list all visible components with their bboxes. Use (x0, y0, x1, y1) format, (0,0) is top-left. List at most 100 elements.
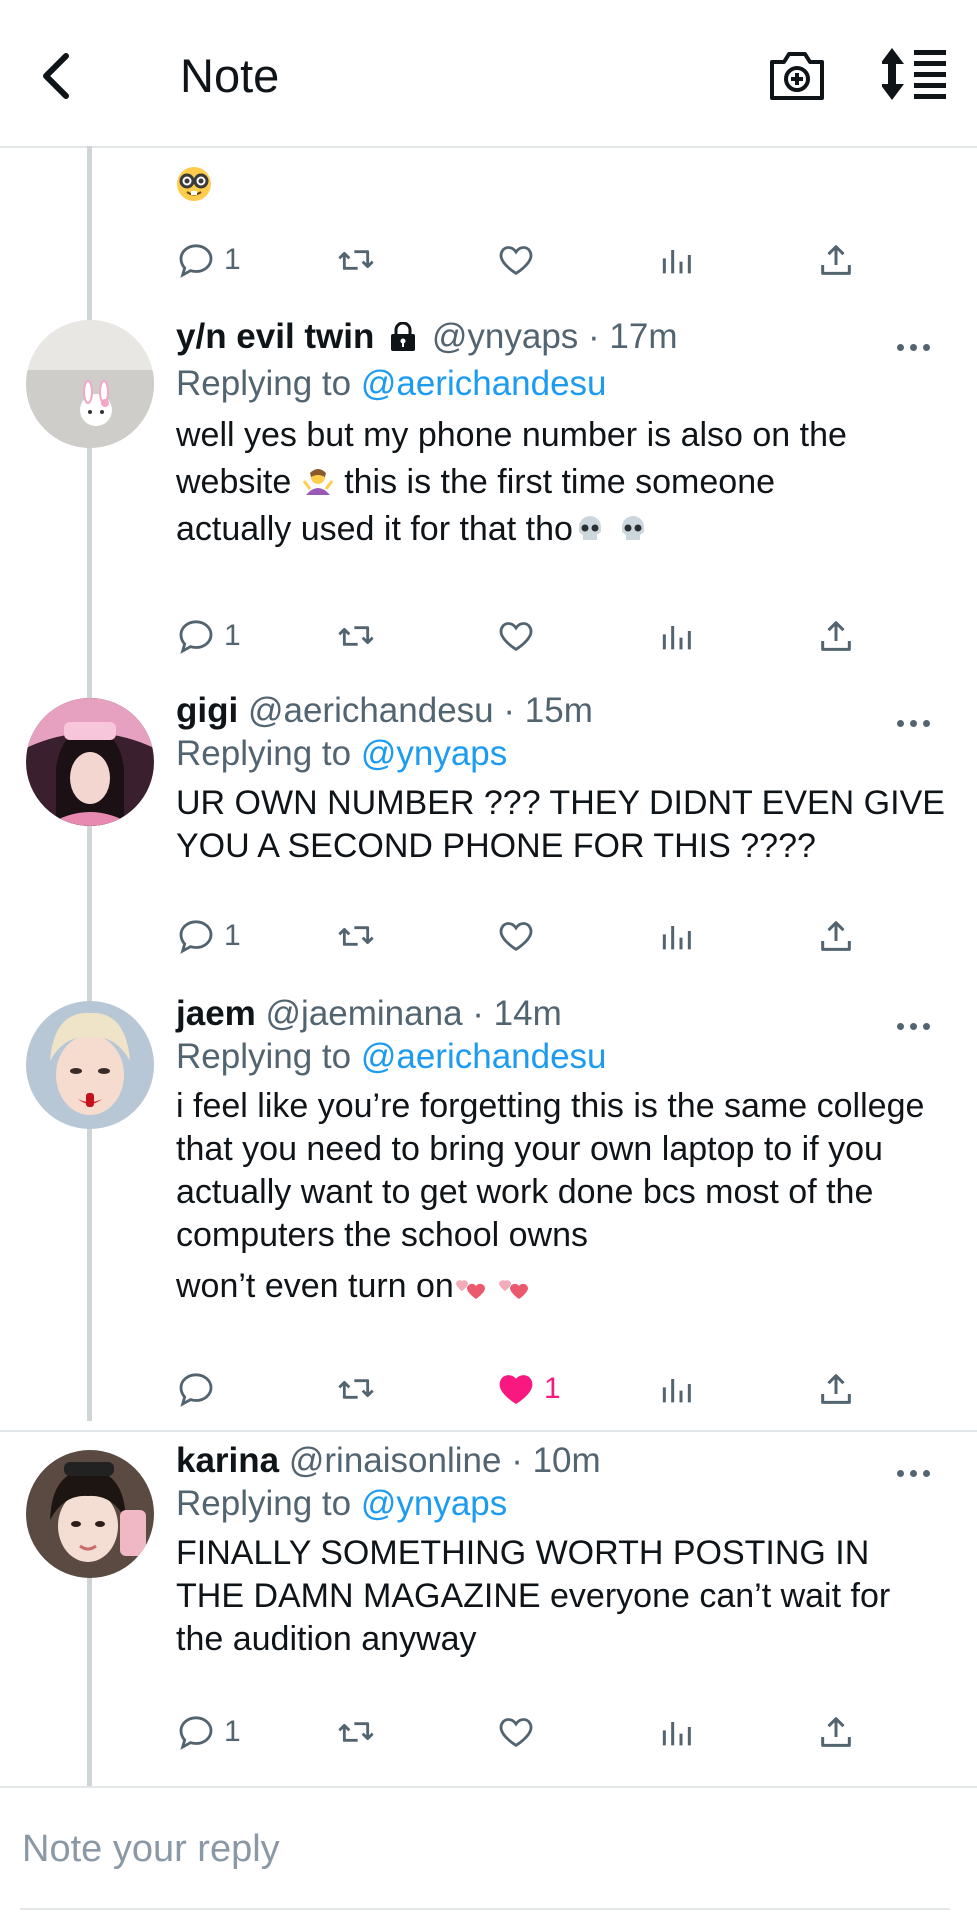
timestamp[interactable]: 10m (533, 1441, 601, 1480)
retweet-button[interactable] (336, 236, 376, 284)
mention-link[interactable]: @ynyaps (361, 734, 507, 773)
views-button[interactable] (656, 1708, 696, 1756)
heart-icon (499, 922, 533, 951)
reply-button[interactable]: 1 (176, 912, 241, 960)
mention-link[interactable]: @ynyaps (361, 1484, 507, 1523)
tweet-text-line: well yes but my phone number is also on … (176, 416, 847, 454)
camera-button[interactable] (766, 46, 828, 104)
mention-link[interactable]: @aerichandesu (361, 1037, 607, 1076)
timestamp[interactable]: 17m (609, 317, 677, 356)
tweet[interactable]: jaem @jaeminana · 14m Replying to @aeric… (0, 993, 977, 1413)
reply-icon (179, 620, 213, 654)
tweet-header: y/n evil twin @ynyaps · 17m (176, 316, 946, 362)
share-icon (821, 921, 851, 951)
like-button[interactable] (496, 912, 536, 960)
heart-icon (499, 622, 533, 651)
reply-button[interactable]: 1 (176, 612, 241, 660)
divider (20, 1908, 950, 1910)
replying-to-line: Replying to @aerichandesu (176, 362, 946, 406)
views-button[interactable] (656, 236, 696, 284)
replying-label: Replying to (176, 364, 352, 403)
reply-count: 1 (224, 1715, 241, 1748)
lock-icon (390, 320, 416, 362)
share-button[interactable] (816, 1365, 856, 1413)
retweet-icon (338, 1379, 374, 1399)
tweet[interactable]: y/n evil twin @ynyaps · 17m Replying to … (0, 316, 977, 676)
like-button[interactable] (496, 1708, 536, 1756)
share-button[interactable] (816, 912, 856, 960)
tweet-text: well yes but my phone number is also on … (176, 412, 946, 553)
page-title: Note (180, 49, 280, 102)
top-bar: Note (0, 0, 977, 148)
tweet[interactable]: gigi @aerichandesu · 15m Replying to @yn… (0, 690, 977, 980)
analytics-icon (662, 926, 691, 950)
tweet-text-line: i feel like you’re forgetting this is th… (176, 1087, 925, 1254)
views-button[interactable] (656, 612, 696, 660)
like-button[interactable]: 1 (496, 1365, 561, 1413)
handle[interactable]: @aerichandesu (248, 691, 494, 730)
tweet-actions: 1 (176, 612, 936, 660)
tweet-text-line: website (176, 463, 292, 501)
skull-emoji (573, 512, 607, 546)
retweet-icon (338, 626, 374, 646)
handle[interactable]: @ynyaps (432, 317, 578, 356)
reply-icon (179, 920, 213, 954)
share-button[interactable] (816, 612, 856, 660)
display-name[interactable]: y/n evil twin (176, 317, 374, 356)
more-options-button[interactable] (897, 714, 943, 734)
skull-emoji (616, 512, 650, 546)
avatar[interactable] (26, 1450, 154, 1578)
tweet-actions: 1 (176, 1708, 936, 1756)
share-icon (821, 621, 851, 651)
retweet-icon (338, 250, 374, 270)
handle[interactable]: @rinaisonline (289, 1441, 502, 1480)
reply-composer (0, 1786, 977, 1922)
sort-button[interactable] (880, 46, 950, 102)
retweet-icon (338, 1722, 374, 1742)
separator-dot: · (588, 317, 600, 356)
like-count: 1 (544, 1372, 561, 1405)
views-button[interactable] (656, 912, 696, 960)
nerd-face-emoji (176, 166, 212, 207)
heart-filled-icon (499, 1375, 533, 1404)
reply-icon (179, 244, 213, 278)
retweet-button[interactable] (336, 612, 376, 660)
retweet-button[interactable] (336, 912, 376, 960)
display-name[interactable]: jaem (176, 994, 256, 1033)
reply-input[interactable] (20, 1818, 924, 1880)
analytics-icon (662, 250, 691, 274)
avatar[interactable] (26, 1001, 154, 1129)
reply-button[interactable]: 1 (176, 236, 241, 284)
more-options-button[interactable] (897, 1017, 943, 1037)
separator-dot: · (503, 691, 516, 730)
retweet-button[interactable] (336, 1708, 376, 1756)
more-options-button[interactable] (897, 338, 943, 358)
camera-plus-icon (770, 52, 824, 100)
retweet-button[interactable] (336, 1365, 376, 1413)
reply-button[interactable] (176, 1365, 224, 1413)
reply-button[interactable]: 1 (176, 1708, 241, 1756)
display-name[interactable]: karina (176, 1441, 279, 1480)
views-button[interactable] (656, 1365, 696, 1413)
display-name[interactable]: gigi (176, 691, 238, 730)
share-button[interactable] (816, 236, 856, 284)
tweet-actions: 1 (176, 912, 936, 960)
handle[interactable]: @jaeminana (266, 994, 463, 1033)
share-icon (821, 1717, 851, 1747)
timestamp[interactable]: 14m (494, 994, 562, 1033)
reply-icon (179, 1373, 213, 1407)
avatar[interactable] (26, 698, 154, 826)
more-options-button[interactable] (897, 1464, 943, 1484)
share-button[interactable] (816, 1708, 856, 1756)
retweet-icon (338, 926, 374, 946)
avatar[interactable] (26, 320, 154, 448)
timestamp[interactable]: 15m (525, 691, 593, 730)
tweet[interactable]: karina @rinaisonline · 10m Replying to @… (0, 1440, 977, 1780)
back-button[interactable] (30, 44, 86, 108)
like-button[interactable] (496, 612, 536, 660)
like-button[interactable] (496, 236, 536, 284)
tweet-actions: 1 (176, 236, 936, 284)
mention-link[interactable]: @aerichandesu (361, 364, 607, 403)
replying-label: Replying to (176, 1484, 352, 1523)
chevron-left-icon (43, 53, 69, 99)
